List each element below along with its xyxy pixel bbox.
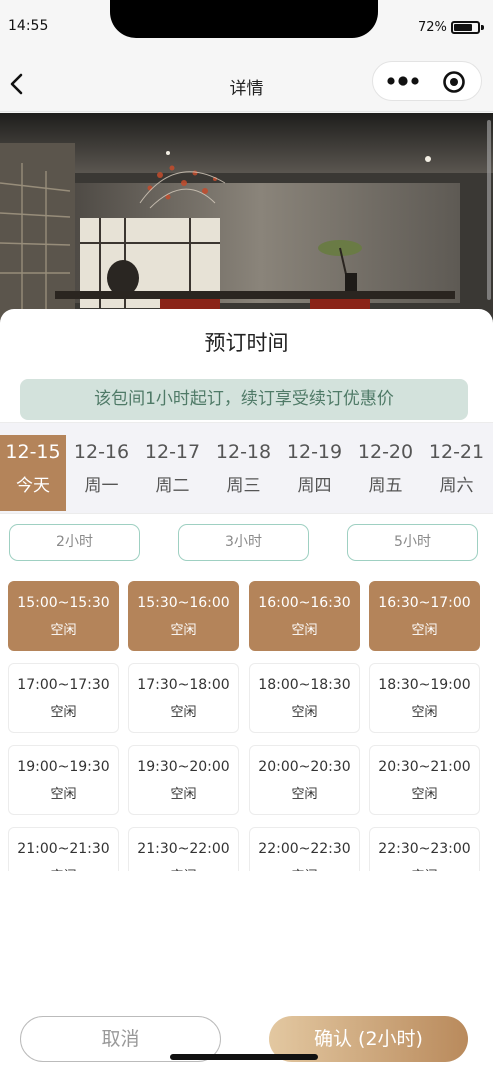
date-tab-weekday: 今天 xyxy=(16,476,50,496)
battery-percent: 72% xyxy=(418,20,447,35)
time-slot[interactable]: 21:30~22:00 空闲 xyxy=(128,827,239,871)
slot-time: 18:30~19:00 xyxy=(378,677,471,693)
slot-time: 16:00~16:30 xyxy=(258,595,351,611)
slot-time: 19:30~20:00 xyxy=(137,759,230,775)
time-slot[interactable]: 22:00~22:30 空闲 xyxy=(249,827,360,871)
slot-time: 19:00~19:30 xyxy=(17,759,110,775)
slot-time: 17:30~18:00 xyxy=(137,677,230,693)
slot-status: 空闲 xyxy=(50,623,77,638)
duration-option-3h[interactable]: 3小时 xyxy=(178,524,309,561)
battery-icon xyxy=(451,21,480,34)
time-slot-grid: 15:00~15:30 空闲 15:30~16:00 空闲 16:00~16:3… xyxy=(0,579,493,871)
date-tab-weekday: 周三 xyxy=(226,476,261,496)
status-bar: 14:55 72% xyxy=(0,0,493,56)
time-slot[interactable]: 19:30~20:00 空闲 xyxy=(128,745,239,815)
slot-time: 20:30~21:00 xyxy=(378,759,471,775)
slot-time: 22:30~23:00 xyxy=(378,841,471,857)
time-slot[interactable]: 20:30~21:00 空闲 xyxy=(369,745,480,815)
notch xyxy=(110,0,378,38)
slot-status: 空闲 xyxy=(50,705,77,720)
date-tab[interactable]: 12-18 周三 xyxy=(208,435,279,511)
slot-status: 空闲 xyxy=(411,787,438,802)
slot-status: 空闲 xyxy=(291,623,318,638)
time-slot-selected[interactable]: 15:30~16:00 空闲 xyxy=(128,581,239,651)
date-tab-date: 12-18 xyxy=(215,441,272,463)
scroll-indicator xyxy=(487,120,491,300)
slot-time: 20:00~20:30 xyxy=(258,759,351,775)
date-tab[interactable]: 12-21 周六 xyxy=(421,435,492,511)
time-slot-selected[interactable]: 16:00~16:30 空闲 xyxy=(249,581,360,651)
duration-option-2h[interactable]: 2小时 xyxy=(9,524,140,561)
time-slot[interactable]: 22:30~23:00 空闲 xyxy=(369,827,480,871)
date-tab[interactable]: 12-17 周二 xyxy=(137,435,208,511)
capsule-close-icon[interactable] xyxy=(441,70,467,94)
date-tab[interactable]: 12-19 周四 xyxy=(279,435,350,511)
date-tab-date: 12-16 xyxy=(73,441,130,463)
date-tab-date: 12-20 xyxy=(357,441,414,463)
date-tab-active[interactable]: 12-15 今天 xyxy=(0,435,66,511)
date-tab-date: 12-15 xyxy=(5,441,61,463)
battery-tip xyxy=(481,25,484,30)
slot-status: 空闲 xyxy=(291,705,318,720)
slot-time: 21:30~22:00 xyxy=(137,841,230,857)
slot-time: 15:30~16:00 xyxy=(137,595,230,611)
slot-time: 22:00~22:30 xyxy=(258,841,351,857)
home-indicator xyxy=(170,1054,318,1060)
date-tab-weekday: 周一 xyxy=(84,476,119,496)
slot-status: 空闲 xyxy=(411,705,438,720)
time-slot-selected[interactable]: 16:30~17:00 空闲 xyxy=(369,581,480,651)
battery-level xyxy=(454,24,472,31)
date-tab-weekday: 周四 xyxy=(297,476,332,496)
date-tab-weekday: 周六 xyxy=(439,476,474,496)
time-slot[interactable]: 20:00~20:30 空闲 xyxy=(249,745,360,815)
time-slot[interactable]: 17:00~17:30 空闲 xyxy=(8,663,119,733)
booking-sheet: 预订时间 该包间1小时起订，续订享受续订优惠价 12-15 今天 12-16 周… xyxy=(0,309,493,1073)
booking-notice: 该包间1小时起订，续订享受续订优惠价 xyxy=(20,379,468,420)
slot-status: 空闲 xyxy=(170,705,197,720)
time-slot[interactable]: 18:00~18:30 空闲 xyxy=(249,663,360,733)
slot-time: 16:30~17:00 xyxy=(378,595,471,611)
time-slot[interactable]: 19:00~19:30 空闲 xyxy=(8,745,119,815)
date-strip: 12-15 今天 12-16 周一 12-17 周二 12-18 周三 12-1… xyxy=(0,422,493,514)
sheet-title: 预订时间 xyxy=(204,331,289,355)
more-dots-icon[interactable] xyxy=(381,70,425,92)
duration-option-5h[interactable]: 5小时 xyxy=(347,524,478,561)
status-time: 14:55 xyxy=(8,18,49,34)
slot-status: 空闲 xyxy=(170,787,197,802)
date-tab[interactable]: 12-20 周五 xyxy=(350,435,421,511)
date-tab[interactable]: 12-16 周一 xyxy=(66,435,137,511)
slot-status: 空闲 xyxy=(411,623,438,638)
date-tab-weekday: 周二 xyxy=(155,476,190,496)
slot-status: 空闲 xyxy=(9,865,118,871)
nav-bar: 详情 xyxy=(0,56,493,112)
slot-status: 空闲 xyxy=(291,787,318,802)
date-tab-date: 12-21 xyxy=(428,441,485,463)
mini-program-capsule xyxy=(372,61,482,101)
slot-status: 空闲 xyxy=(370,865,479,871)
time-slot[interactable]: 21:00~21:30 空闲 xyxy=(8,827,119,871)
screen: 14:55 72% 详情 预订时间 该包间1小时起订，续订享受续订优惠价 12-… xyxy=(0,0,493,1073)
time-slot-selected[interactable]: 15:00~15:30 空闲 xyxy=(8,581,119,651)
date-tab-weekday: 周五 xyxy=(368,476,403,496)
slot-time: 18:00~18:30 xyxy=(258,677,351,693)
slot-time: 15:00~15:30 xyxy=(17,595,110,611)
date-tab-date: 12-19 xyxy=(286,441,343,463)
slot-status: 空闲 xyxy=(50,787,77,802)
slot-time: 21:00~21:30 xyxy=(17,841,110,857)
slot-time: 17:00~17:30 xyxy=(17,677,110,693)
date-tab-date: 12-17 xyxy=(144,441,201,463)
time-slot[interactable]: 18:30~19:00 空闲 xyxy=(369,663,480,733)
slot-status: 空闲 xyxy=(129,865,238,871)
slot-status: 空闲 xyxy=(170,623,197,638)
time-slot[interactable]: 17:30~18:00 空闲 xyxy=(128,663,239,733)
slot-status: 空闲 xyxy=(250,865,359,871)
